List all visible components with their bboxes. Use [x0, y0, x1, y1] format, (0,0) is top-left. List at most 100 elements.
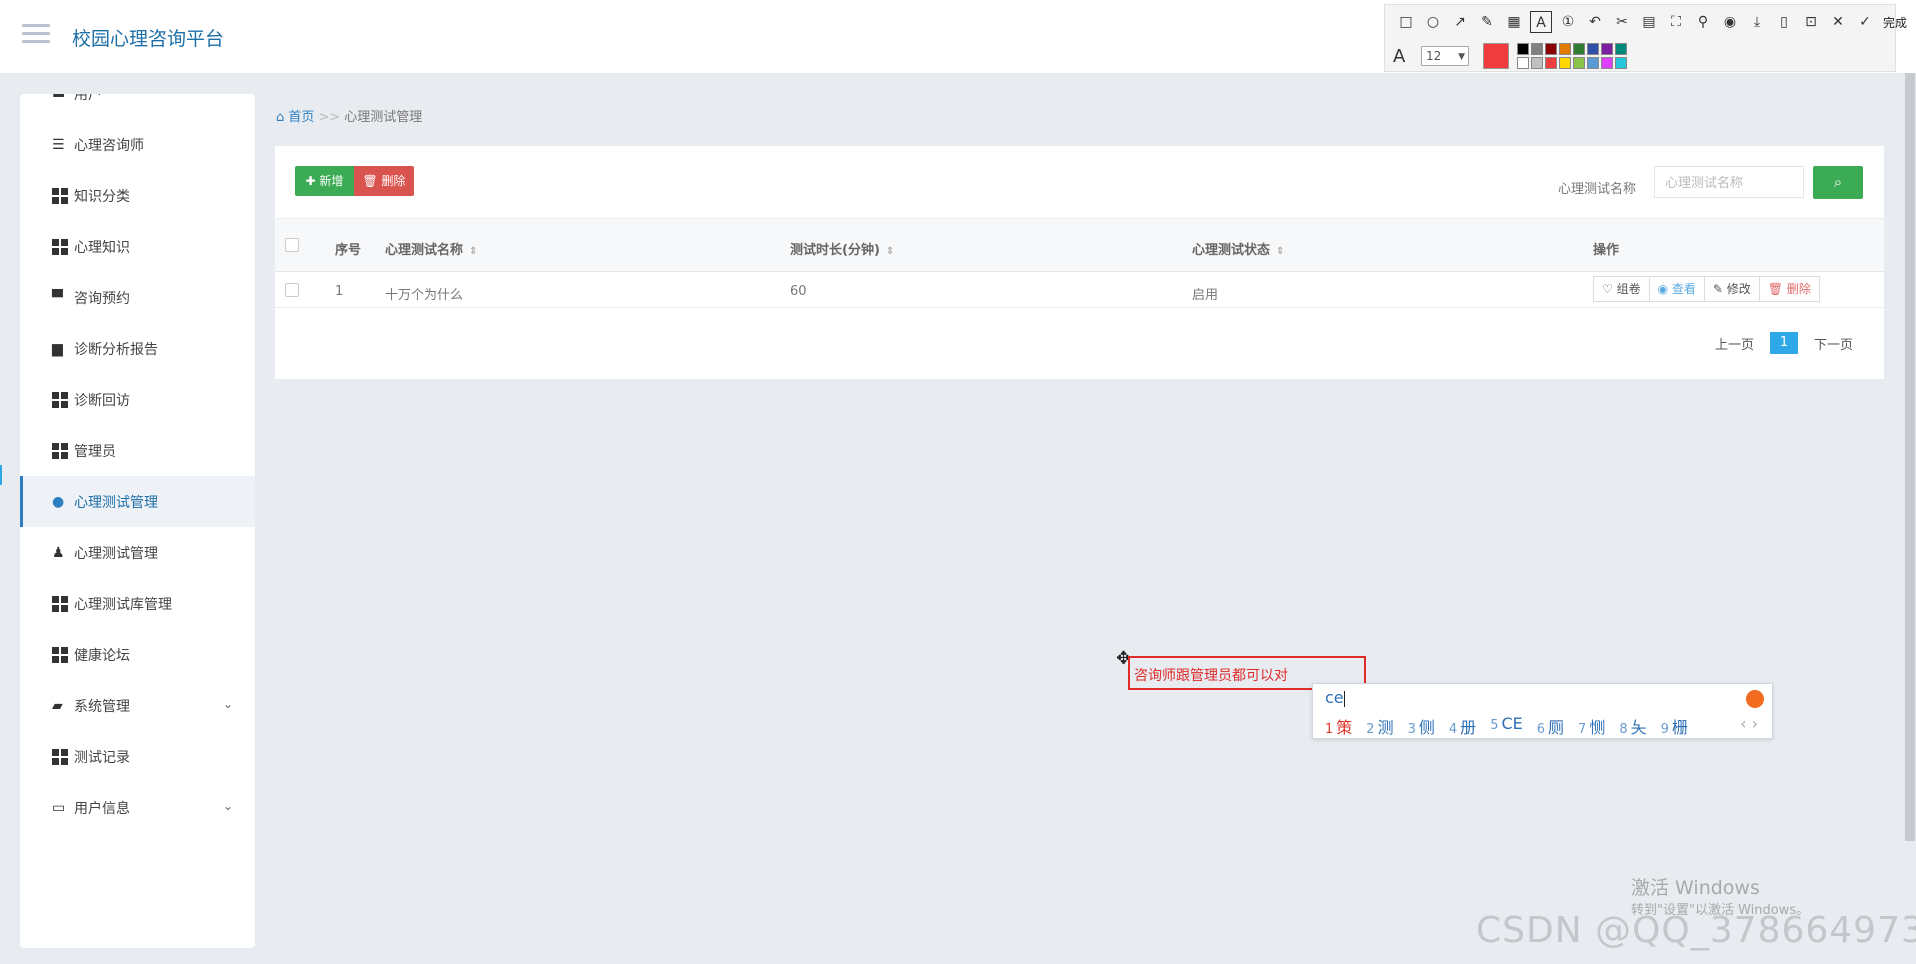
screenshot-toolbar: □ ○ ↗ ✎ ▦ A ① ↶ ✂ ▤ ⛶ ⚲ ◉ ⤓ ▯ ⊡ ✕ ✓ 完成 A…	[1384, 4, 1907, 72]
sidebar-item[interactable]: ♟ 心理测试管理	[20, 527, 255, 578]
sort-icon[interactable]: ⇕	[1276, 246, 1284, 257]
sidebar-item-label: 心理测试管理	[74, 545, 158, 562]
ime-candidate[interactable]: 8夨	[1619, 714, 1646, 738]
ime-candidate[interactable]: 5 CE	[1490, 714, 1523, 738]
menu-toggle-icon[interactable]	[22, 24, 50, 46]
ime-candidate[interactable]: 9栅	[1661, 714, 1688, 738]
color-swatch[interactable]	[1559, 57, 1571, 69]
column-name[interactable]: 心理测试名称 ⇕	[385, 239, 477, 258]
ime-logo-icon[interactable]	[1746, 690, 1764, 708]
pen-icon[interactable]: ✎	[1476, 11, 1498, 33]
save-icon[interactable]: ⊡	[1800, 11, 1822, 33]
sidebar-item[interactable]: 心理知识	[20, 221, 255, 272]
sidebar-item[interactable]: 健康论坛	[20, 629, 255, 680]
long-shot-icon[interactable]: ▯	[1773, 11, 1795, 33]
text-icon[interactable]: A	[1530, 11, 1552, 33]
sliders-icon: ☰	[52, 136, 65, 153]
sidebar-item-label: 用户信息	[74, 800, 130, 817]
sidebar-item[interactable]: 测试记录	[20, 731, 255, 782]
done-button[interactable]: 完成	[1883, 14, 1907, 31]
sidebar-item-label: 心理测试管理	[74, 494, 158, 511]
sort-icon[interactable]: ⇕	[886, 246, 894, 257]
check-icon[interactable]: ✓	[1854, 11, 1876, 33]
sidebar-item[interactable]: ▭ 用户信息 ⌄	[20, 782, 255, 833]
rect-icon[interactable]: □	[1395, 11, 1417, 33]
sidebar-item[interactable]: 知识分类	[20, 170, 255, 221]
select-all-checkbox[interactable]	[285, 238, 299, 252]
ime-candidate[interactable]: 6厕	[1537, 714, 1564, 738]
sort-icon[interactable]: ⇕	[469, 246, 477, 257]
color-swatch[interactable]	[1587, 43, 1599, 55]
color-swatch[interactable]	[1559, 43, 1571, 55]
color-swatch[interactable]	[1545, 57, 1557, 69]
column-status-label: 心理测试状态	[1192, 243, 1271, 258]
color-swatch[interactable]	[1545, 43, 1557, 55]
column-status[interactable]: 心理测试状态 ⇕	[1192, 239, 1284, 258]
sidebar-item[interactable]: ▬ 用户	[20, 94, 255, 119]
circle-icon[interactable]: ○	[1422, 11, 1444, 33]
pin-icon[interactable]: ⚲	[1692, 11, 1714, 33]
region-icon[interactable]: ⛶	[1665, 11, 1687, 33]
search-input[interactable]	[1654, 166, 1804, 198]
download-icon[interactable]: ⤓	[1746, 11, 1768, 33]
sidebar-item[interactable]: 心理测试库管理	[20, 578, 255, 629]
ime-candidate[interactable]: 2测	[1366, 714, 1393, 738]
view-button[interactable]: ◉ 查看	[1648, 276, 1705, 302]
sidebar-item[interactable]: ● 心理测试管理	[20, 476, 255, 527]
trash-icon: 🗑	[362, 174, 382, 188]
ime-candidate-window: ce 1 策 2 测 3 侧 4 册 5 CE 6 厕 7 恻 8 夨 9 栅 ‹ ›	[1312, 683, 1773, 739]
add-button[interactable]: ✚ 新增	[295, 166, 354, 196]
sidebar-item[interactable]: ▰ 系统管理 ⌄	[20, 680, 255, 731]
font-size-select[interactable]: 12	[1421, 46, 1469, 66]
batch-delete-button[interactable]: 🗑 删除	[354, 166, 414, 196]
sidebar-item-label: 管理员	[74, 443, 116, 460]
grid-icon	[52, 391, 68, 408]
sidebar-item-label: 咨询预约	[74, 290, 130, 307]
current-color-swatch[interactable]	[1483, 43, 1509, 69]
sidebar-item[interactable]: 诊断回访	[20, 374, 255, 425]
home-icon[interactable]: ⌂	[276, 110, 288, 125]
color-swatch[interactable]	[1517, 57, 1529, 69]
close-icon[interactable]: ✕	[1827, 11, 1849, 33]
compose-button[interactable]: ♡ 组卷	[1593, 276, 1650, 302]
number-icon[interactable]: ①	[1557, 11, 1579, 33]
record-icon[interactable]: ◉	[1719, 11, 1741, 33]
sidebar-item[interactable]: ▆ 诊断分析报告	[20, 323, 255, 374]
search-button[interactable]: ⌕	[1813, 166, 1863, 199]
page-number[interactable]: 1	[1770, 332, 1799, 354]
ime-page-nav[interactable]: ‹ ›	[1740, 714, 1758, 733]
color-swatch[interactable]	[1531, 43, 1543, 55]
sidebar-item[interactable]: 管理员	[20, 425, 255, 476]
sidebar-item[interactable]: ▀ 咨询预约	[20, 272, 255, 323]
stitch-icon[interactable]: ✂	[1611, 11, 1633, 33]
ime-candidate[interactable]: 1策	[1325, 714, 1352, 738]
undo-icon[interactable]: ↶	[1584, 11, 1606, 33]
next-page-button[interactable]: 下一页	[1814, 334, 1853, 353]
color-swatch[interactable]	[1601, 57, 1613, 69]
color-swatch[interactable]	[1601, 43, 1613, 55]
color-swatch[interactable]	[1615, 57, 1627, 69]
color-swatch[interactable]	[1517, 43, 1529, 55]
row-delete-button[interactable]: 🗑 删除	[1758, 276, 1820, 302]
breadcrumb: ⌂ 首页 >> 心理测试管理	[276, 106, 422, 125]
page-scrollbar[interactable]	[1905, 73, 1915, 841]
color-swatch[interactable]	[1573, 57, 1585, 69]
grid-icon	[52, 595, 68, 612]
color-swatch[interactable]	[1531, 57, 1543, 69]
arrow-icon[interactable]: ↗	[1449, 11, 1471, 33]
csdn-watermark: CSDN @QQ_3786649731	[1476, 910, 1916, 951]
row-checkbox[interactable]	[285, 283, 299, 297]
color-swatch[interactable]	[1587, 57, 1599, 69]
color-swatch[interactable]	[1615, 43, 1627, 55]
ime-candidate[interactable]: 3侧	[1408, 714, 1435, 738]
prev-page-button[interactable]: 上一页	[1715, 334, 1754, 353]
color-swatch[interactable]	[1573, 43, 1585, 55]
breadcrumb-home[interactable]: 首页	[288, 110, 314, 125]
sidebar-item[interactable]: ☰ 心理咨询师	[20, 119, 255, 170]
mosaic-icon[interactable]: ▦	[1503, 11, 1525, 33]
column-duration[interactable]: 测试时长(分钟) ⇕	[790, 239, 894, 258]
edit-button[interactable]: ✎ 修改	[1703, 276, 1760, 302]
ocr-icon[interactable]: ▤	[1638, 11, 1660, 33]
ime-candidate[interactable]: 4册	[1449, 714, 1476, 738]
ime-candidate[interactable]: 7恻	[1578, 714, 1605, 738]
